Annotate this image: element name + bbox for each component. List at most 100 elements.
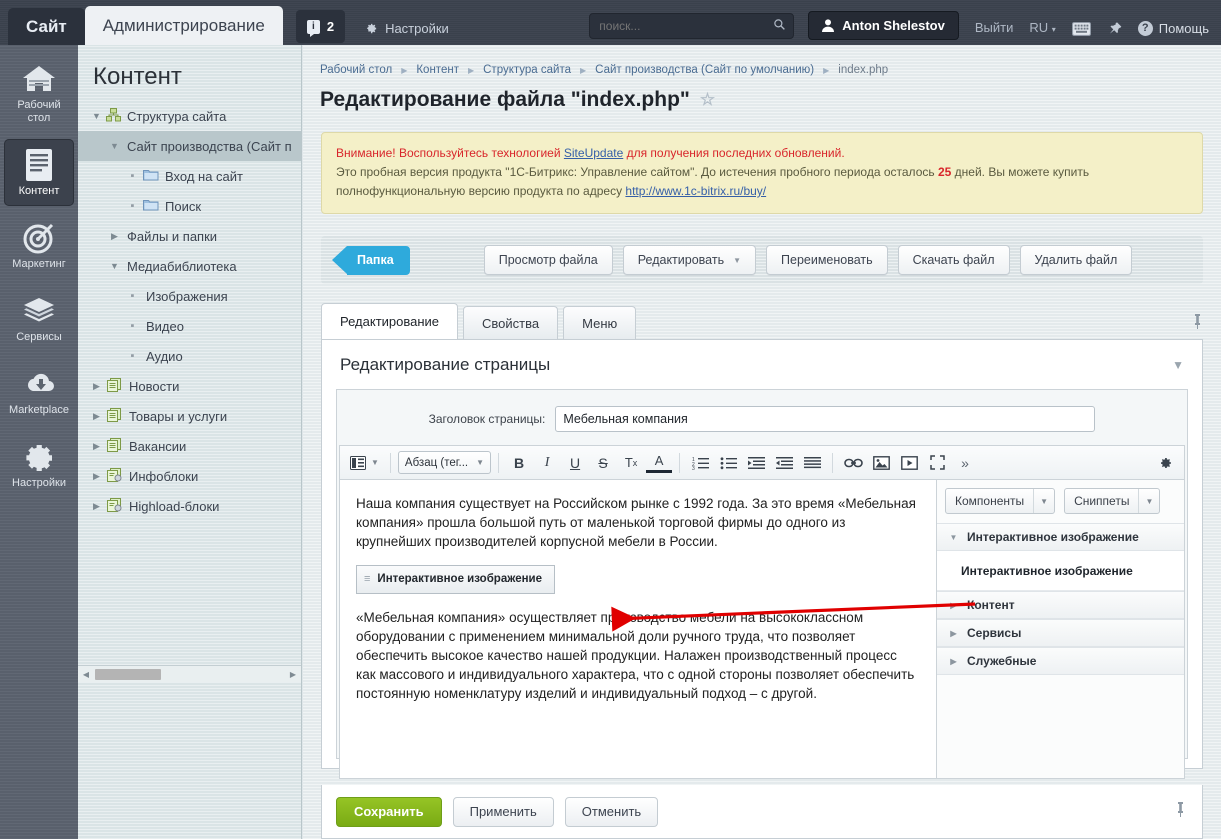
tree-node-vacancies[interactable]: ▶ Вакансии [78,431,301,461]
rail-item-marketplace[interactable]: Marketplace [4,358,74,425]
editor-content[interactable]: Наша компания существует на Российском р… [340,480,936,778]
view-file-button[interactable]: Просмотр файла [483,245,613,275]
component-group-services[interactable]: ▶ Сервисы [937,619,1184,647]
ordered-list-icon[interactable]: 123 [687,450,713,476]
more-icon[interactable]: » [952,450,978,476]
buy-link[interactable]: http://www.1c-bitrix.ru/buy/ [625,184,766,198]
pin-icon[interactable] [1175,802,1186,821]
tab-site[interactable]: Сайт [8,8,85,45]
unordered-list-icon[interactable] [715,450,741,476]
search-input[interactable] [589,13,795,39]
delete-button[interactable]: Удалить файл [1019,245,1133,275]
cancel-button[interactable]: Отменить [564,796,659,827]
rail-item-content[interactable]: Контент [4,139,74,206]
chevron-down-icon[interactable]: ▼ [1033,489,1054,513]
underline-icon[interactable]: U [562,450,588,476]
tree-node-audio[interactable]: ▪ Аудио [78,341,301,371]
edit-button[interactable]: Редактировать ▼ [622,245,757,275]
bold-icon[interactable]: B [506,450,532,476]
pin-icon[interactable] [1192,314,1203,339]
scroll-thumb[interactable] [95,668,161,680]
scroll-left-arrow-icon[interactable]: ◀ [78,670,94,679]
tree-node-search[interactable]: ▪ Поиск [78,191,301,221]
toolbar-divider [679,452,681,473]
tree-node-highload[interactable]: ▶ Highload-блоки [78,491,301,521]
chevron-right-icon[interactable]: ▶ [90,501,103,512]
chevron-right-icon[interactable]: ▶ [90,381,103,392]
tab-editing[interactable]: Редактирование [321,303,459,339]
breadcrumb-item-2[interactable]: Структура сайта [483,64,571,76]
chevron-right-icon[interactable]: ▶ [90,411,103,422]
editor-settings-gear-icon[interactable] [1152,450,1178,476]
home-icon [6,62,72,96]
siteupdate-link[interactable]: SiteUpdate [564,146,623,160]
chevron-down-icon[interactable]: ▼ [90,111,103,121]
scroll-right-arrow-icon[interactable]: ▶ [285,670,301,679]
tab-properties[interactable]: Свойства [463,306,559,339]
download-button[interactable]: Скачать файл [897,245,1010,275]
chevron-down-icon[interactable]: ▼ [1172,358,1184,372]
tree-node-medialibrary[interactable]: ▼ Медиабиблиотека [78,251,301,281]
tree-node-images[interactable]: ▪ Изображения [78,281,301,311]
tree-node-video[interactable]: ▪ Видео [78,311,301,341]
tree-node-infoblocks[interactable]: ▶ Инфоблоки [78,461,301,491]
tree-node-files[interactable]: ▶ Файлы и папки [78,221,301,251]
components-button[interactable]: Компоненты ▼ [945,488,1056,514]
chevron-down-icon[interactable]: ▼ [108,141,121,151]
save-button[interactable]: Сохранить [336,796,442,827]
tree-node-login[interactable]: ▪ Вход на сайт [78,161,301,191]
tree-node-sitemap[interactable]: ▼ Структура сайта [78,101,301,131]
help-button[interactable]: ? Помощь [1137,21,1209,36]
text-color-icon[interactable]: A [646,453,673,473]
video-icon[interactable] [896,450,922,476]
component-group-content[interactable]: ▶ Контент [937,591,1184,619]
keyboard-button[interactable] [1071,22,1091,36]
notifications-badge[interactable]: i 2 [295,10,346,43]
apply-button[interactable]: Применить [452,796,554,827]
align-justify-icon[interactable] [799,450,825,476]
breadcrumb-item-3[interactable]: Сайт производства (Сайт по умолчанию) [595,64,814,76]
snippets-button[interactable]: Сниппеты ▼ [1064,488,1161,514]
topbar-settings-button[interactable]: Настройки [363,21,449,36]
component-group-interactive-image[interactable]: ▼ Интерактивное изображение [937,523,1184,551]
page-title-input[interactable] [555,406,1096,432]
pin-button[interactable] [1107,21,1122,36]
chevron-right-icon[interactable]: ▶ [108,231,121,242]
chevron-right-icon[interactable]: ▶ [90,471,103,482]
tree-node-news[interactable]: ▶ Новости [78,371,301,401]
fullscreen-icon[interactable] [924,450,950,476]
tab-menu[interactable]: Меню [563,306,637,339]
tree-horizontal-scrollbar[interactable]: ◀ ▶ [78,665,301,682]
chevron-down-icon[interactable]: ▼ [1138,489,1159,513]
tree-node-goods[interactable]: ▶ Товары и услуги [78,401,301,431]
indent-icon[interactable] [743,450,769,476]
logout-link[interactable]: Выйти [975,20,1014,35]
outdent-icon[interactable] [771,450,797,476]
rail-item-services[interactable]: Сервисы [4,285,74,352]
component-item-interactive-image[interactable]: Интерактивное изображение [937,551,1184,591]
tab-admin[interactable]: Администрирование [84,6,283,45]
component-placeholder-interactive-image[interactable]: ≡ Интерактивное изображение [356,565,556,594]
user-menu-button[interactable]: Anton Shelestov [808,11,959,40]
italic-icon[interactable]: I [534,450,560,476]
rail-item-desktop[interactable]: Рабочий стол [4,53,74,133]
format-select[interactable]: Абзац (тег... ▼ [397,451,492,474]
rail-item-settings[interactable]: Настройки [4,431,74,498]
star-icon[interactable]: ☆ [700,90,715,110]
folder-up-button[interactable]: Папка [332,245,410,275]
strikethrough-icon[interactable]: S [590,450,616,476]
image-icon[interactable] [868,450,894,476]
search-box[interactable] [589,13,795,39]
rename-button[interactable]: Переименовать [766,245,888,275]
breadcrumb-item-0[interactable]: Рабочий стол [320,64,392,76]
chevron-down-icon[interactable]: ▼ [108,261,121,271]
tree-node-site-production[interactable]: ▼ Сайт производства (Сайт п [78,131,301,161]
language-switcher[interactable]: RU ▾ [1029,20,1055,35]
rail-item-marketing[interactable]: Маркетинг [4,212,74,279]
breadcrumb-item-1[interactable]: Контент [416,64,459,76]
view-mode-icon[interactable]: ▼ [346,450,383,476]
chevron-right-icon[interactable]: ▶ [90,441,103,452]
component-group-utility[interactable]: ▶ Служебные [937,647,1184,675]
remove-format-icon[interactable]: Tx [618,450,644,476]
link-icon[interactable] [840,450,866,476]
